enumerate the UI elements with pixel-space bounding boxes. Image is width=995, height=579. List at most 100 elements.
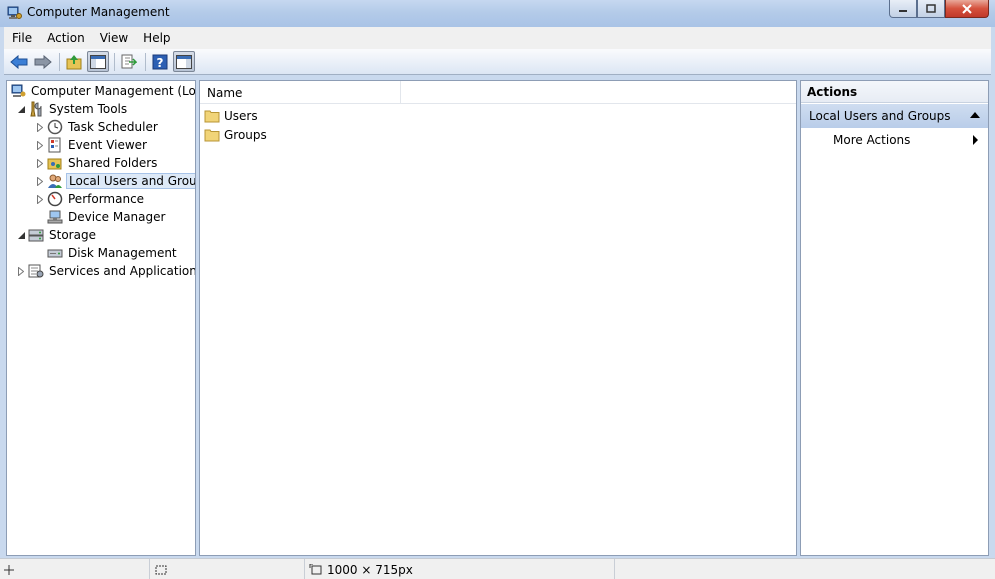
status-cell-2 bbox=[150, 559, 305, 579]
collapsed-arrow-icon[interactable] bbox=[35, 158, 45, 168]
collapsed-arrow-icon[interactable] bbox=[35, 176, 45, 186]
tree-item-task-scheduler[interactable]: Task Scheduler bbox=[35, 118, 160, 136]
status-bar: 1000 × 715px bbox=[0, 558, 995, 579]
disk-icon bbox=[47, 249, 63, 258]
tree-item-storage[interactable]: Storage bbox=[16, 226, 98, 244]
tree-item-event-viewer[interactable]: Event Viewer bbox=[35, 136, 149, 154]
tree-item-system-tools[interactable]: System Tools bbox=[16, 100, 129, 118]
tree-item-label: Performance bbox=[68, 192, 145, 206]
storage-icon bbox=[28, 229, 44, 242]
list-header: Name bbox=[200, 81, 796, 104]
back-button[interactable] bbox=[8, 51, 30, 72]
window-title: Computer Management bbox=[27, 5, 170, 19]
device-manager-icon bbox=[47, 210, 63, 224]
help-button[interactable]: ? bbox=[149, 51, 171, 72]
show-hide-console-tree-button[interactable] bbox=[87, 51, 109, 72]
toolbar-separator bbox=[114, 52, 115, 71]
export-list-button[interactable] bbox=[118, 51, 140, 72]
tree-item-computer-management[interactable]: Computer Management (Local bbox=[10, 82, 196, 100]
computer-management-icon bbox=[11, 84, 26, 97]
list-item-label: Users bbox=[224, 109, 258, 123]
toolbar-separator bbox=[145, 52, 146, 71]
actions-group-label: Local Users and Groups bbox=[809, 109, 951, 123]
maximize-button[interactable] bbox=[917, 0, 945, 18]
tools-icon bbox=[30, 101, 42, 117]
tree-item-label: System Tools bbox=[49, 102, 128, 116]
tree-item-label: Storage bbox=[49, 228, 96, 242]
folder-icon bbox=[204, 110, 220, 123]
expanded-arrow-icon[interactable] bbox=[16, 104, 26, 114]
tree-item-label: Event Viewer bbox=[68, 138, 147, 152]
back-arrow-icon bbox=[10, 54, 28, 69]
tree-item-performance[interactable]: Performance bbox=[35, 190, 146, 208]
toolbar: ? bbox=[4, 49, 991, 75]
collapsed-arrow-icon[interactable] bbox=[35, 122, 45, 132]
tree-item-label: Local Users and Groups bbox=[66, 173, 195, 189]
actions-pane: Actions Local Users and Groups More Acti… bbox=[800, 80, 989, 556]
result-list[interactable]: Name Users Groups bbox=[199, 80, 797, 556]
console-tree-icon bbox=[90, 54, 106, 69]
menu-view[interactable]: View bbox=[100, 31, 128, 45]
crosshair-icon bbox=[4, 564, 14, 575]
collapsed-arrow-icon[interactable] bbox=[35, 194, 45, 204]
title-bar[interactable]: Computer Management bbox=[0, 0, 995, 27]
selection-icon bbox=[155, 565, 167, 574]
minimize-button[interactable] bbox=[889, 0, 917, 18]
submenu-arrow-icon bbox=[973, 135, 978, 145]
collapsed-arrow-icon[interactable] bbox=[35, 140, 45, 150]
minimize-icon bbox=[899, 9, 907, 12]
event-viewer-icon bbox=[48, 137, 61, 153]
toolbar-separator bbox=[59, 52, 60, 71]
column-header-name[interactable]: Name bbox=[200, 81, 401, 103]
list-item[interactable]: Groups bbox=[204, 126, 267, 144]
more-actions-item[interactable]: More Actions bbox=[801, 128, 988, 152]
menu-action[interactable]: Action bbox=[47, 31, 85, 45]
performance-gauge-icon bbox=[47, 191, 63, 207]
help-icon: ? bbox=[152, 54, 168, 70]
svg-text:?: ? bbox=[157, 56, 164, 70]
tree-item-local-users-groups[interactable]: Local Users and Groups bbox=[35, 172, 195, 190]
menu-file[interactable]: File bbox=[12, 31, 32, 45]
folder-icon bbox=[204, 129, 220, 142]
up-one-level-button[interactable] bbox=[63, 51, 85, 72]
collapsed-arrow-icon[interactable] bbox=[16, 266, 26, 276]
close-icon bbox=[962, 3, 972, 14]
status-cell-1 bbox=[0, 559, 150, 579]
status-cell-3: 1000 × 715px bbox=[305, 559, 615, 579]
console-tree[interactable]: Computer Management (Local System Tools … bbox=[6, 80, 196, 556]
actions-group-local-users-groups[interactable]: Local Users and Groups bbox=[801, 104, 988, 128]
image-size-icon bbox=[309, 563, 322, 574]
action-pane-icon bbox=[176, 54, 192, 69]
tree-item-shared-folders[interactable]: Shared Folders bbox=[35, 154, 159, 172]
tree-item-label: Disk Management bbox=[68, 246, 177, 260]
list-item-label: Groups bbox=[224, 128, 267, 142]
shared-folder-icon bbox=[47, 158, 62, 170]
actions-title: Actions bbox=[801, 81, 988, 103]
tree-item-disk-management[interactable]: Disk Management bbox=[47, 244, 179, 262]
maximize-icon bbox=[926, 4, 936, 13]
users-icon bbox=[48, 174, 62, 188]
tree-item-label: Device Manager bbox=[68, 210, 166, 224]
close-button[interactable] bbox=[945, 0, 989, 18]
list-item[interactable]: Users bbox=[204, 107, 258, 125]
image-size-label: 1000 × 715px bbox=[327, 562, 413, 577]
clock-icon bbox=[47, 119, 63, 135]
services-icon bbox=[28, 264, 44, 278]
forward-button[interactable] bbox=[32, 51, 54, 72]
menu-bar: File Action View Help bbox=[0, 27, 991, 49]
tree-item-services-applications[interactable]: Services and Applications bbox=[16, 262, 196, 280]
export-list-icon bbox=[121, 54, 137, 68]
window-controls bbox=[889, 0, 989, 19]
computer-management-icon bbox=[7, 6, 22, 19]
tree-item-device-manager[interactable]: Device Manager bbox=[47, 208, 167, 226]
status-cell-4 bbox=[615, 559, 995, 579]
more-actions-label: More Actions bbox=[833, 133, 911, 147]
expanded-arrow-icon[interactable] bbox=[16, 230, 26, 240]
show-hide-action-pane-button[interactable] bbox=[173, 51, 195, 72]
collapse-arrow-icon[interactable] bbox=[970, 112, 980, 118]
tree-item-label: Shared Folders bbox=[68, 156, 158, 170]
tree-item-label: Services and Applications bbox=[49, 264, 196, 278]
menu-help[interactable]: Help bbox=[143, 31, 170, 45]
tree-item-label: Computer Management (Local bbox=[31, 84, 196, 98]
tree-item-label: Task Scheduler bbox=[68, 120, 158, 134]
